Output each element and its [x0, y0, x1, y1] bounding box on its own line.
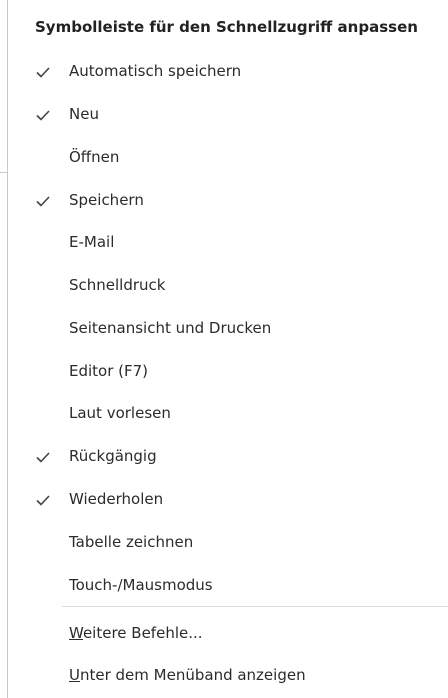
menu-item-undo[interactable]: Rückgängig — [8, 437, 448, 477]
menu-item-label: Laut vorlesen — [69, 404, 171, 422]
quick-access-toolbar-menu: Symbolleiste für den Schnellzugriff anpa… — [0, 0, 448, 698]
menu-item-save[interactable]: Speichern — [8, 181, 448, 221]
menu-item-draw-table[interactable]: Tabelle zeichnen — [8, 523, 448, 563]
menu-item-read-aloud[interactable]: Laut vorlesen — [8, 394, 448, 434]
menu-item-label: Editor (F7) — [69, 362, 149, 380]
menu-item-label: Touch-/Mausmodus — [69, 576, 213, 594]
menu-item-print-preview[interactable]: Seitenansicht und Drucken — [8, 309, 448, 349]
menu-item-label: Rückgängig — [69, 447, 157, 465]
menu-item-new[interactable]: Neu — [8, 95, 448, 135]
menu-item-email[interactable]: E-Mail — [8, 223, 448, 263]
check-icon — [36, 110, 50, 121]
menu-item-label: Weitere Befehle... — [69, 624, 203, 642]
menu-item-label: E-Mail — [69, 233, 115, 251]
check-icon — [36, 67, 50, 78]
menu-item-touch-mouse-mode[interactable]: Touch-/Mausmodus — [8, 566, 448, 606]
menu-item-autosave[interactable]: Automatisch speichern — [8, 52, 448, 92]
menu-item-quick-print[interactable]: Schnelldruck — [8, 266, 448, 306]
check-icon — [36, 452, 50, 463]
menu-item-label: Schnelldruck — [69, 276, 166, 294]
menu-title: Symbolleiste für den Schnellzugriff anpa… — [35, 18, 418, 36]
menu-item-label: Automatisch speichern — [69, 62, 242, 80]
check-icon — [36, 495, 50, 506]
menu-item-label: Tabelle zeichnen — [69, 533, 194, 551]
menu-item-label: Neu — [69, 105, 99, 123]
menu-item-redo[interactable]: Wiederholen — [8, 480, 448, 520]
check-icon — [36, 196, 50, 207]
menu-item-label: Seitenansicht und Drucken — [69, 319, 272, 337]
menu-item-editor[interactable]: Editor (F7) — [8, 352, 448, 392]
menu-item-open[interactable]: Öffnen — [8, 138, 448, 178]
menu-item-label: Speichern — [69, 191, 144, 209]
menu-item-more-commands[interactable]: Weitere Befehle... — [8, 614, 448, 654]
menu-item-show-below-ribbon[interactable]: Unter dem Menüband anzeigen — [8, 656, 448, 696]
menu-item-label: Wiederholen — [69, 490, 164, 508]
menu-item-label: Unter dem Menüband anzeigen — [69, 666, 306, 684]
menu-separator — [62, 606, 448, 607]
menu-item-label: Öffnen — [69, 148, 120, 166]
menu-left-tick — [0, 172, 7, 173]
